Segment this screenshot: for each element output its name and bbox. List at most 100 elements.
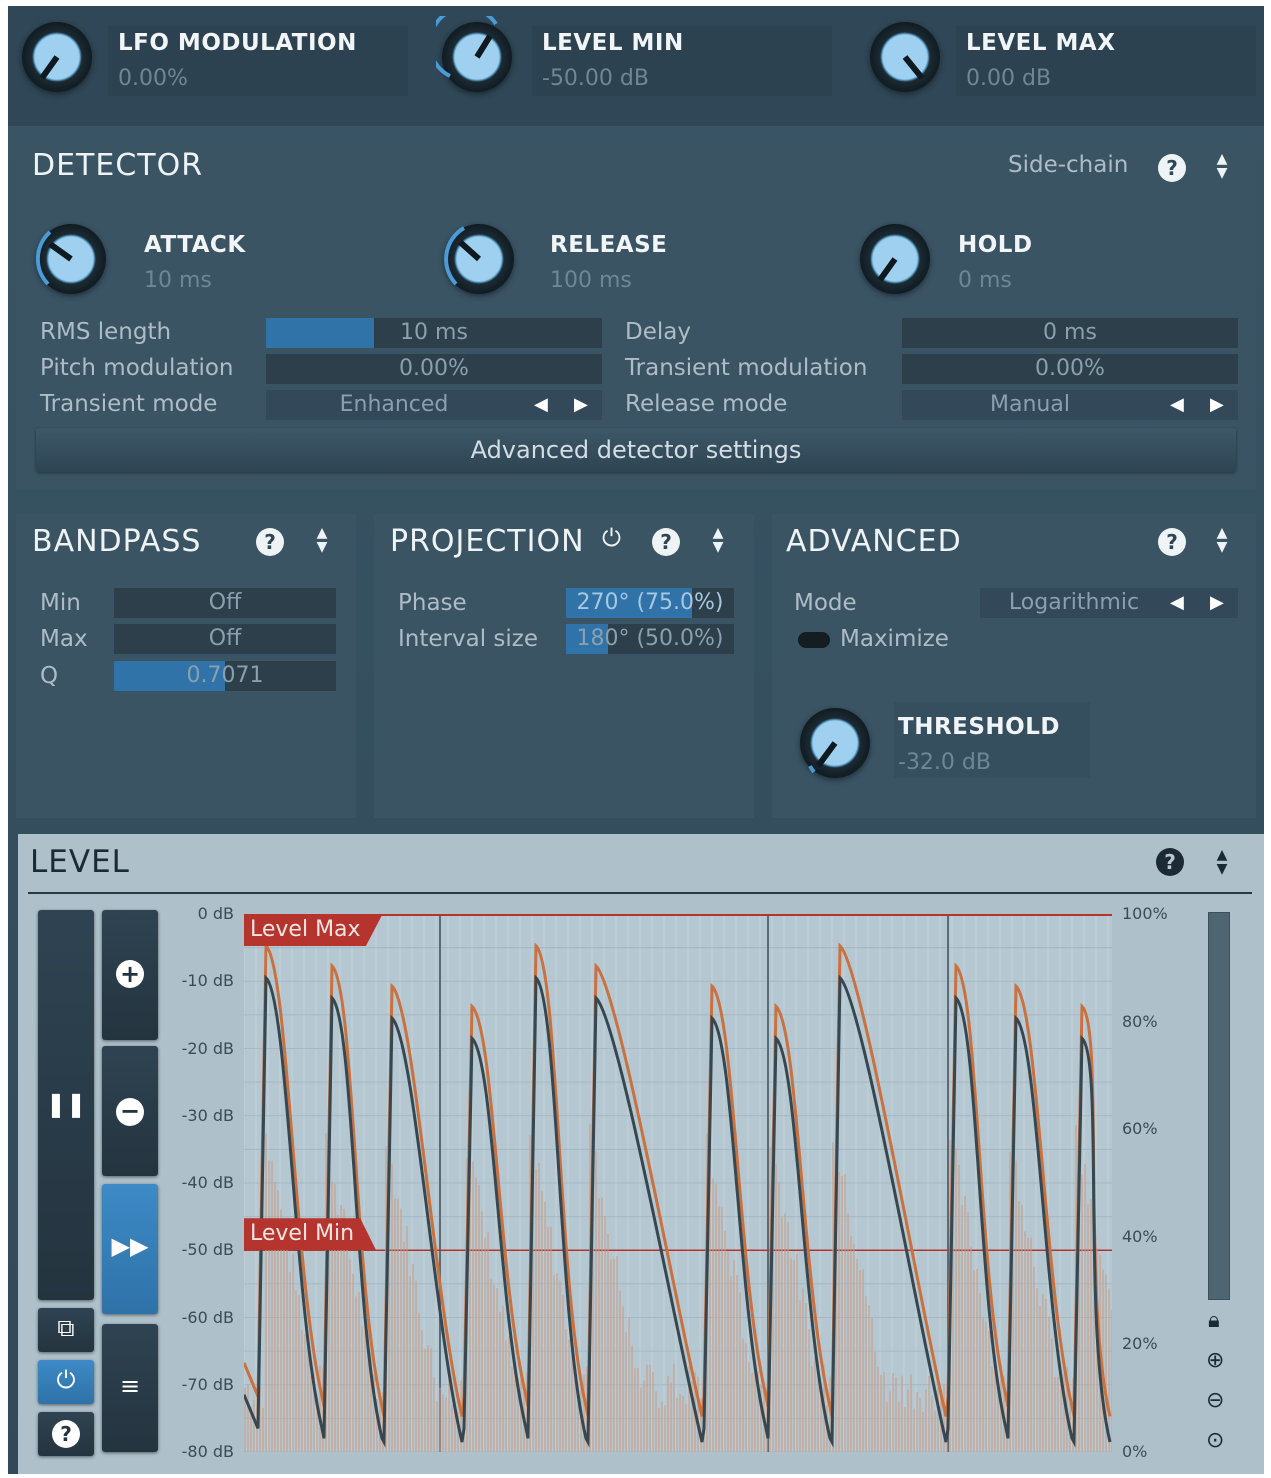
phase-field[interactable]: 270° (75.0%) <box>566 588 734 618</box>
transient-mode-select[interactable]: Enhanced <box>266 390 602 420</box>
signal-bar <box>634 1368 636 1452</box>
pause-button[interactable]: ❚❚ <box>38 910 94 1300</box>
signal-bar <box>496 1287 498 1452</box>
signal-bar <box>727 1251 729 1452</box>
menu-button[interactable]: ≡ <box>102 1324 158 1452</box>
threshold-value[interactable]: -32.0 dB <box>898 750 991 775</box>
level-panel: LEVEL ? ▲ ▼ ❚❚ + − ▶▶ ≡ ⧉ ⏻ ? 0 dB -10 dB -… <box>18 834 1264 1474</box>
signal-bar <box>295 1290 297 1452</box>
zoom-reset-icon[interactable]: ⊙ <box>1206 1428 1224 1453</box>
mode-prev-icon[interactable]: ◀ <box>1170 588 1184 618</box>
signal-bar <box>568 1339 570 1452</box>
rms-length-field[interactable]: 10 ms <box>266 318 602 348</box>
transient-mode-next-icon[interactable]: ▶ <box>574 390 588 420</box>
attack-knob[interactable] <box>35 224 106 294</box>
power-button[interactable]: ⏻ <box>38 1360 94 1404</box>
attack-value[interactable]: 10 ms <box>144 268 212 293</box>
projection-panel <box>374 514 754 818</box>
signal-bar <box>1057 1376 1059 1452</box>
signal-bar <box>958 1164 960 1452</box>
signal-bar <box>361 1326 363 1452</box>
sidechain-label[interactable]: Side-chain <box>1008 152 1128 178</box>
level-min-tag[interactable]: Level Min <box>244 1218 377 1251</box>
advanced-help-icon[interactable]: ? <box>1158 528 1186 556</box>
signal-bar <box>1039 1305 1041 1452</box>
bandpass-help-icon[interactable]: ? <box>256 528 284 556</box>
signal-bar <box>928 1375 930 1452</box>
signal-bar <box>910 1374 912 1452</box>
signal-bar <box>973 1270 975 1452</box>
lfo-modulation-value[interactable]: 0.00% <box>118 66 188 91</box>
signal-bar <box>475 1177 477 1452</box>
bandpass-q-field[interactable]: 0.7071 <box>114 661 336 691</box>
pitch-modulation-field[interactable]: 0.00% <box>266 354 602 384</box>
signal-bar <box>976 1269 978 1452</box>
release-mode-prev-icon[interactable]: ◀ <box>1170 390 1184 420</box>
bandpass-max-field[interactable]: Off <box>114 624 336 654</box>
level-graph[interactable]: Level Max Level Min <box>242 913 1113 1453</box>
delay-field[interactable]: 0 ms <box>902 318 1238 348</box>
signal-bar <box>673 1363 675 1452</box>
detector-help-icon[interactable]: ? <box>1158 154 1186 182</box>
signal-bar <box>979 1293 981 1452</box>
advanced-detector-settings-button[interactable]: Advanced detector settings <box>36 428 1236 472</box>
zoom-out-icon[interactable]: ⊖ <box>1206 1388 1224 1413</box>
level-min-knob[interactable] <box>436 16 512 92</box>
bandpass-min-field[interactable]: Off <box>114 588 336 618</box>
graph-help-button[interactable]: ? <box>38 1412 94 1456</box>
mode-next-icon[interactable]: ▶ <box>1210 588 1224 618</box>
signal-bar <box>553 1274 555 1452</box>
signal-bar <box>436 1400 438 1452</box>
signal-bar <box>742 1338 744 1452</box>
fast-forward-button[interactable]: ▶▶ <box>102 1184 158 1314</box>
phase-label: Phase <box>398 590 467 616</box>
rms-length-fill <box>266 318 374 348</box>
zoom-out-button[interactable]: − <box>102 1046 158 1176</box>
projection-power-icon[interactable]: ⏻ <box>602 524 621 552</box>
interval-size-label: Interval size <box>398 626 538 652</box>
level-max-value[interactable]: 0.00 dB <box>966 66 1051 91</box>
release-value[interactable]: 100 ms <box>550 268 632 293</box>
zoom-in-button[interactable]: + <box>102 910 158 1040</box>
detector-collapse-icon[interactable]: ▲ ▼ <box>1214 152 1230 184</box>
release-mode-select[interactable]: Manual <box>902 390 1238 420</box>
question-icon: ? <box>52 1420 80 1448</box>
projection-collapse-icon[interactable]: ▲ ▼ <box>710 526 726 558</box>
percent-tick-label: 100% <box>1122 904 1168 923</box>
hold-knob[interactable] <box>860 224 930 294</box>
hold-value[interactable]: 0 ms <box>958 268 1012 293</box>
signal-bar <box>262 1408 264 1452</box>
signal-bar <box>967 1212 969 1452</box>
lfo-modulation-knob[interactable] <box>22 22 92 92</box>
release-mode-next-icon[interactable]: ▶ <box>1210 390 1224 420</box>
signal-bar <box>970 1246 972 1452</box>
level-max-knob[interactable] <box>870 22 940 92</box>
release-knob[interactable] <box>444 224 514 294</box>
signal-bar <box>535 1169 537 1452</box>
signal-bar <box>751 1372 753 1452</box>
signal-bar <box>955 1148 957 1452</box>
transient-modulation-field[interactable]: 0.00% <box>902 354 1238 384</box>
threshold-knob[interactable] <box>800 708 870 778</box>
percent-tick-label: 40% <box>1122 1226 1158 1246</box>
mode-select[interactable]: Logarithmic <box>980 588 1238 618</box>
signal-bar <box>1051 1338 1053 1452</box>
projection-help-icon[interactable]: ? <box>652 528 680 556</box>
advanced-collapse-icon[interactable]: ▲ ▼ <box>1214 526 1230 558</box>
lock-icon[interactable]: 🔒︎ <box>1208 1308 1220 1333</box>
plugin-window: LFO MODULATION 0.00% LEVEL MIN -50.00 dB… <box>8 6 1264 1474</box>
level-help-icon[interactable]: ? <box>1156 848 1184 876</box>
level-max-tag[interactable]: Level Max <box>244 914 383 946</box>
bandpass-collapse-icon[interactable]: ▲ ▼ <box>314 526 330 558</box>
level-min-value[interactable]: -50.00 dB <box>542 66 649 91</box>
signal-bar <box>427 1345 429 1452</box>
transient-mode-prev-icon[interactable]: ◀ <box>534 390 548 420</box>
zoom-in-icon[interactable]: ⊕ <box>1206 1348 1224 1373</box>
window-button[interactable]: ⧉ <box>38 1308 94 1352</box>
percent-tick-label: 80% <box>1122 1011 1158 1031</box>
signal-bar <box>799 1300 801 1452</box>
maximize-toggle[interactable] <box>798 632 830 648</box>
level-collapse-icon[interactable]: ▲ ▼ <box>1214 848 1230 876</box>
signal-bar <box>838 1171 840 1452</box>
interval-size-field[interactable]: 180° (50.0%) <box>566 624 734 654</box>
